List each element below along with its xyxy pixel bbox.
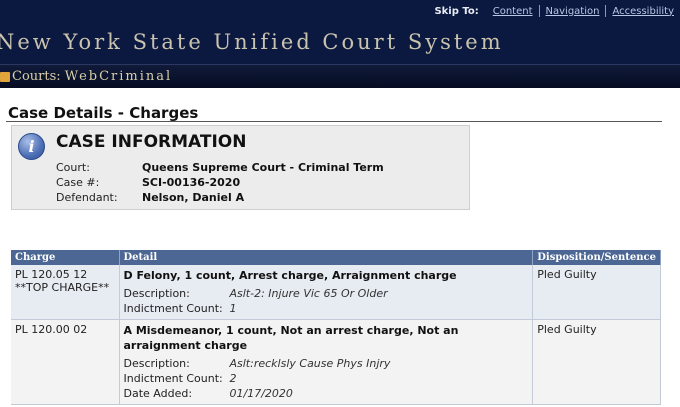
- divider: [6, 121, 662, 122]
- charge-column-header: Charge: [11, 250, 120, 265]
- charge-code: PL 120.00 02: [15, 323, 88, 336]
- detail-column-header: Detail: [119, 250, 534, 265]
- indictment-count-row: Indictment Count: 1: [124, 301, 529, 316]
- gavel-icon: [0, 71, 10, 82]
- courts-label: Courts:: [12, 69, 61, 84]
- charges-table: Charge Detail Disposition/Sentence PL 12…: [11, 250, 661, 405]
- app-name: Courts: WebCriminal: [12, 69, 172, 84]
- indictment-count-label: Indictment Count:: [123, 302, 223, 315]
- indictment-count-value: 2: [229, 372, 237, 385]
- indictment-count-label: Indictment Count:: [123, 372, 223, 385]
- skip-navigation-link[interactable]: Navigation: [540, 6, 606, 17]
- detail-cell: D Felony, 1 count, Arrest charge, Arraig…: [119, 265, 534, 320]
- app-title: WebCriminal: [64, 69, 173, 84]
- description-label: Description:: [123, 357, 190, 370]
- charge-summary: D Felony, 1 count, Arrest charge, Arraig…: [123, 269, 457, 282]
- description-label: Description:: [123, 287, 190, 300]
- disposition-column-header: Disposition/Sentence: [532, 250, 661, 265]
- site-title[interactable]: New York State Unified Court System: [0, 30, 504, 54]
- case-number-label: Case #:: [56, 176, 100, 189]
- skip-accessibility-link[interactable]: Accessibility: [606, 6, 680, 17]
- indictment-count-row: Indictment Count: 2: [124, 371, 529, 386]
- charge-code: PL 120.05 12: [15, 268, 88, 281]
- defendant-row: Defendant: Nelson, Daniel A: [56, 191, 244, 204]
- table-row: PL 120.05 12 **TOP CHARGE** D Felony, 1 …: [11, 265, 661, 320]
- charge-cell: PL 120.05 12 **TOP CHARGE**: [11, 265, 120, 320]
- description-row: Description: Aslt:recklsly Cause Phys In…: [124, 356, 529, 371]
- description-value: Aslt:recklsly Cause Phys Injry: [229, 357, 391, 370]
- description-row: Description: Aslt-2: Injure Vic 65 Or Ol…: [124, 286, 529, 301]
- court-value: Queens Supreme Court - Criminal Term: [142, 161, 384, 174]
- disposition-cell: Pled Guilty: [532, 319, 661, 405]
- charge-summary: A Misdemeanor, 1 count, Not an arrest ch…: [123, 324, 459, 352]
- charge-cell: PL 120.00 02: [11, 319, 120, 405]
- page-title: Case Details - Charges: [8, 104, 199, 122]
- info-icon: i: [18, 133, 45, 160]
- date-added-label: Date Added:: [123, 387, 193, 400]
- table-row: PL 120.00 02 A Misdemeanor, 1 count, Not…: [11, 319, 661, 405]
- court-row: Court: Queens Supreme Court - Criminal Te…: [56, 161, 384, 174]
- app-bar: Courts: WebCriminal: [0, 64, 680, 88]
- court-label: Court:: [56, 161, 90, 174]
- skip-content-link[interactable]: Content: [487, 6, 539, 17]
- skip-to-bar: Skip To: Content Navigation Accessibilit…: [434, 5, 680, 17]
- detail-cell: A Misdemeanor, 1 count, Not an arrest ch…: [119, 319, 534, 405]
- app-logo[interactable]: Courts: WebCriminal: [0, 69, 172, 84]
- site-header: Skip To: Content Navigation Accessibilit…: [0, 0, 680, 64]
- date-added-row: Date Added: 01/17/2020: [124, 386, 529, 401]
- date-added-value: 01/17/2020: [229, 387, 293, 400]
- defendant-value: Nelson, Daniel A: [142, 191, 245, 204]
- case-number-row: Case #: SCI-00136-2020: [56, 176, 240, 189]
- defendant-label: Defendant:: [56, 191, 118, 204]
- case-info-heading: CASE INFORMATION: [56, 132, 247, 152]
- case-number-value: SCI-00136-2020: [142, 176, 241, 189]
- skip-to-label: Skip To:: [434, 5, 479, 17]
- case-info-panel: i CASE INFORMATION Court: Queens Supreme …: [11, 125, 470, 210]
- indictment-count-value: 1: [229, 302, 237, 315]
- top-charge-note: **TOP CHARGE**: [15, 281, 110, 294]
- table-header-row: Charge Detail Disposition/Sentence: [11, 250, 661, 265]
- disposition-cell: Pled Guilty: [532, 265, 661, 320]
- description-value: Aslt-2: Injure Vic 65 Or Older: [229, 287, 388, 300]
